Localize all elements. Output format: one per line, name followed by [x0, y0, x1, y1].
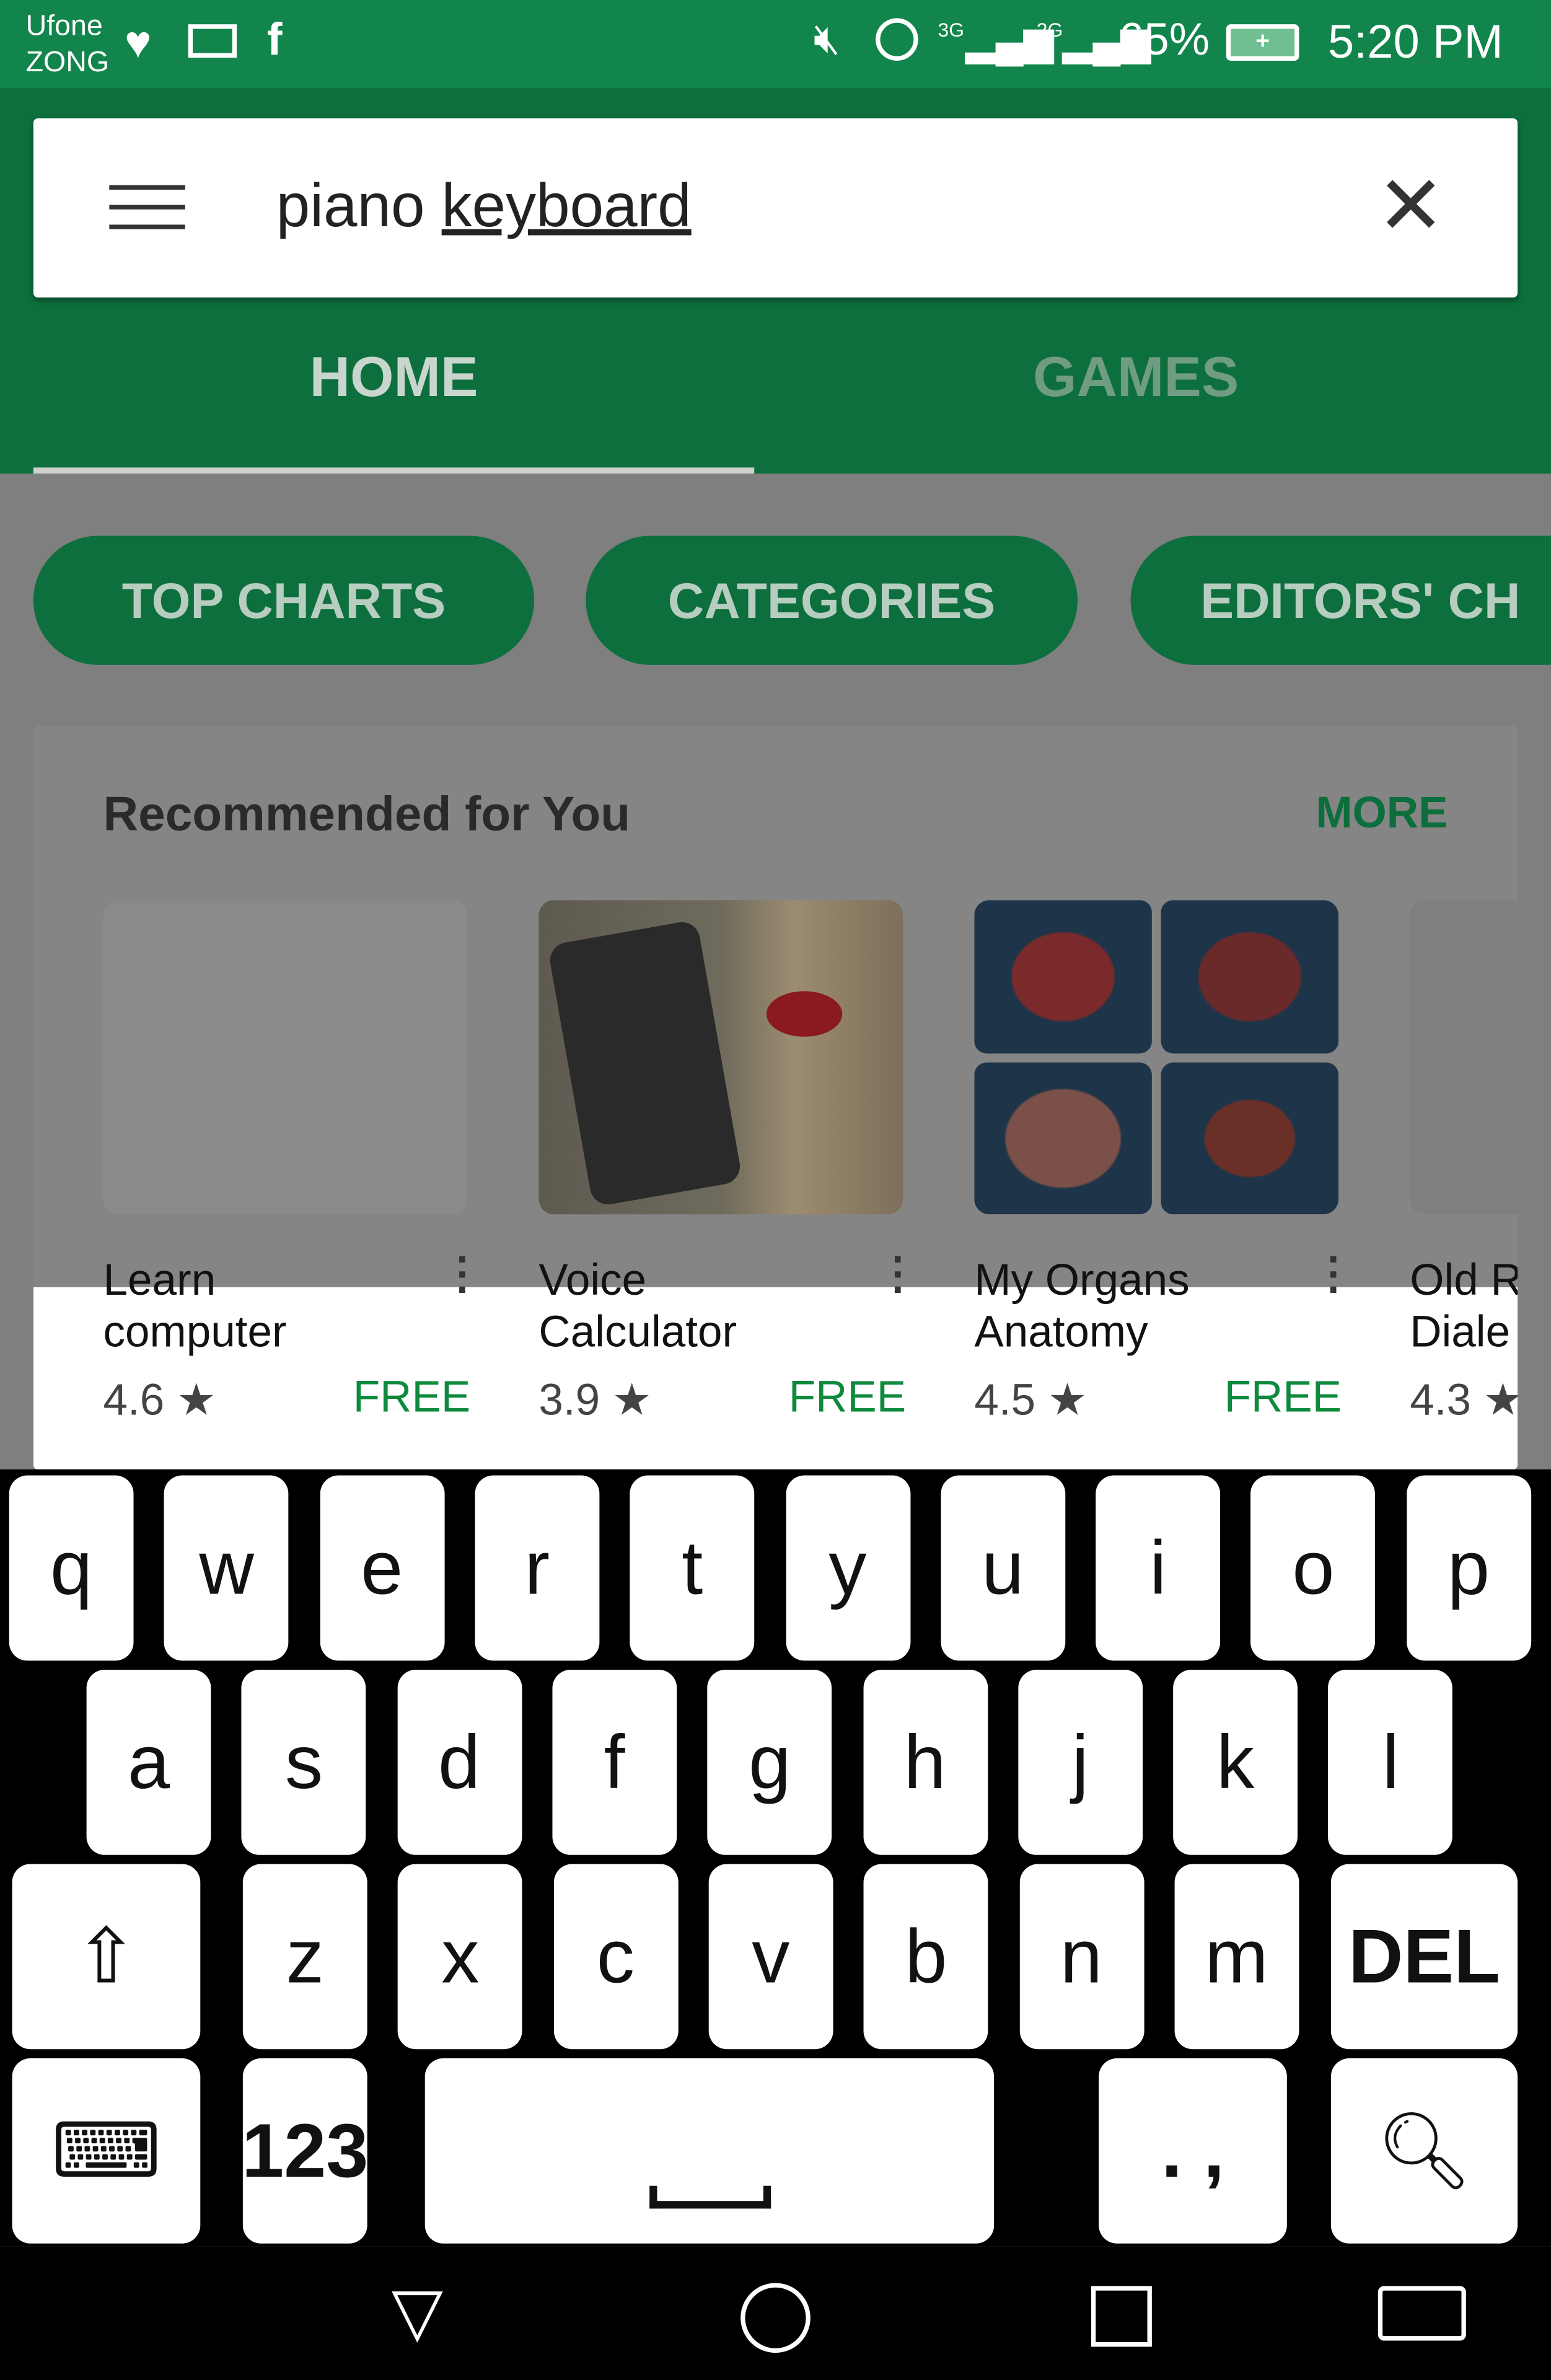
active-tab-indicator — [33, 467, 755, 474]
chip-top-charts[interactable]: TOP CHARTS — [33, 536, 535, 665]
keyboard: q w e r t y u i o p a s d f g h j k l ⇧ z x c v b n m DEL ⌨ 123 . , 🔍︎ — [0, 1469, 1551, 2247]
mute-icon: 🔇︎ — [813, 15, 840, 63]
mail-icon — [188, 24, 237, 58]
price: FREE — [788, 1373, 907, 1422]
key-p[interactable]: p — [1406, 1475, 1531, 1661]
more-options-icon[interactable]: · · · — [1327, 1238, 1342, 1311]
recents-icon[interactable] — [1091, 2286, 1152, 2347]
price: FREE — [353, 1373, 471, 1422]
key-i[interactable]: i — [1096, 1475, 1221, 1661]
key-t[interactable]: t — [630, 1475, 755, 1661]
battery-charging-icon: + — [1226, 24, 1299, 61]
carrier-2: ZONG — [25, 46, 110, 79]
key-k[interactable]: k — [1173, 1670, 1298, 1855]
key-v[interactable]: v — [708, 1864, 833, 2050]
rating: 4.3 ★ — [1410, 1377, 1518, 1426]
app-item[interactable]: Voice Calculator 3.9 ★ FREE · · · — [538, 900, 906, 1427]
key-z[interactable]: z — [242, 1864, 367, 2050]
key-w[interactable]: w — [164, 1475, 289, 1661]
key-e[interactable]: e — [319, 1475, 444, 1661]
search-key[interactable]: 🔍︎ — [1330, 2058, 1518, 2244]
key-r[interactable]: r — [475, 1475, 600, 1661]
voice-calculator-icon — [538, 900, 903, 1215]
facebook-icon: f — [267, 15, 283, 66]
shift-key[interactable]: ⇧ — [12, 1864, 201, 2050]
clock: 5:20 PM — [1327, 15, 1503, 69]
rating: 4.6 ★ — [103, 1377, 216, 1426]
search-bar[interactable]: piano keyboard ✕ — [33, 118, 1518, 298]
tab-games[interactable]: GAMES — [775, 346, 1496, 410]
key-h[interactable]: h — [863, 1670, 988, 1855]
more-link[interactable]: MORE — [1316, 790, 1448, 840]
key-u[interactable]: u — [940, 1475, 1065, 1661]
section-title: Recommended for You — [103, 786, 631, 841]
alarm-icon — [876, 18, 918, 61]
old-dialer-icon — [1410, 900, 1518, 1215]
price: FREE — [1224, 1373, 1342, 1422]
home-icon[interactable] — [740, 2283, 811, 2353]
recommended-card: Recommended for You MORE Learn computer 4… — [33, 725, 1518, 1470]
search-input[interactable]: piano keyboard — [276, 173, 692, 241]
key-c[interactable]: c — [553, 1864, 678, 2050]
key-x[interactable]: x — [398, 1864, 523, 2050]
key-s[interactable]: s — [242, 1670, 366, 1855]
network-type-1: 3G — [938, 18, 965, 42]
rating: 3.9 ★ — [538, 1377, 652, 1426]
network-type-2: 2G — [1036, 18, 1063, 42]
back-icon[interactable]: ▽ — [392, 2274, 443, 2351]
app-item[interactable]: Old R Diale 4.3 ★ — [1410, 900, 1518, 1427]
key-f[interactable]: f — [552, 1670, 677, 1855]
key-g[interactable]: g — [707, 1670, 832, 1855]
key-o[interactable]: o — [1251, 1475, 1376, 1661]
more-options-icon[interactable]: · · · — [892, 1238, 906, 1311]
numbers-key[interactable]: 123 — [242, 2058, 368, 2244]
keyboard-settings-key[interactable]: ⌨ — [12, 2058, 201, 2244]
app-item[interactable]: Learn computer 4.6 ★ FREE · · · — [103, 900, 471, 1427]
key-n[interactable]: n — [1019, 1864, 1144, 2050]
punctuation-key[interactable]: . , — [1099, 2058, 1287, 2244]
delete-key[interactable]: DEL — [1330, 1864, 1518, 2050]
app-icon-placeholder — [103, 900, 468, 1215]
clear-search-icon[interactable]: ✕ — [1376, 158, 1445, 253]
status-bar: Ufone ZONG ♥ f 🔇︎ 3G ▂▄▆ 2G ▂▄▆ 65% + 5:… — [0, 0, 1551, 89]
screen: Ufone ZONG ♥ f 🔇︎ 3G ▂▄▆ 2G ▂▄▆ 65% + 5:… — [0, 0, 1551, 2380]
key-j[interactable]: j — [1017, 1670, 1143, 1855]
navigation-bar: ▽ — [0, 2246, 1551, 2380]
health-heart-icon: ♥ — [124, 18, 152, 69]
keyboard-switch-icon[interactable] — [1377, 2286, 1466, 2341]
organs-anatomy-icon — [974, 900, 1339, 1215]
chip-categories[interactable]: CATEGORIES — [586, 536, 1078, 665]
key-q[interactable]: q — [9, 1475, 134, 1661]
key-b[interactable]: b — [863, 1864, 988, 2050]
battery-percent: 65% — [1118, 15, 1210, 66]
rating: 4.5 ★ — [974, 1377, 1087, 1426]
key-y[interactable]: y — [785, 1475, 910, 1661]
more-options-icon[interactable]: · · · — [456, 1238, 470, 1311]
space-key[interactable] — [424, 2058, 995, 2244]
chip-editors-choice[interactable]: EDITORS' CH — [1130, 536, 1551, 665]
carrier-1: Ufone — [25, 11, 103, 43]
app-item[interactable]: My Organs Anatomy 4.5 ★ FREE · · · — [974, 900, 1342, 1427]
key-d[interactable]: d — [397, 1670, 522, 1855]
tab-home[interactable]: HOME — [33, 346, 754, 410]
key-l[interactable]: l — [1328, 1670, 1453, 1855]
key-a[interactable]: a — [86, 1670, 211, 1855]
key-m[interactable]: m — [1174, 1864, 1299, 2050]
menu-icon[interactable] — [109, 185, 185, 229]
